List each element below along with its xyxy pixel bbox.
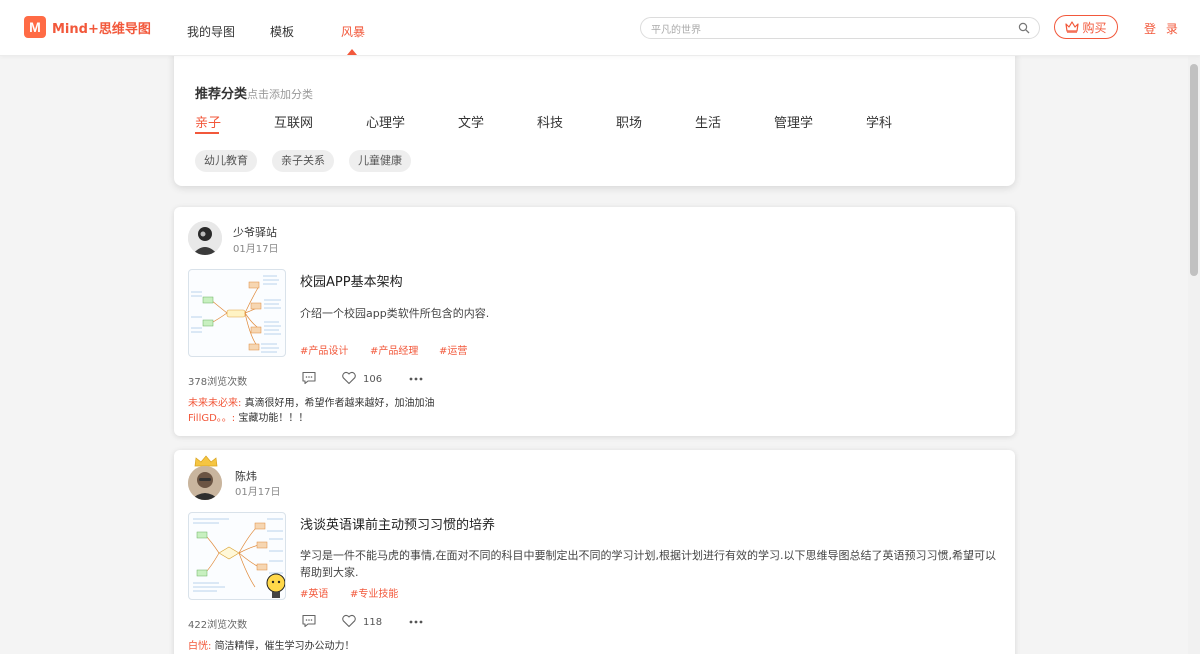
active-tab-underline [195, 132, 219, 134]
comment-user[interactable]: 白恍: [188, 641, 211, 652]
view-count: 378浏览次数 [188, 377, 248, 388]
comment-item: 白恍: 简洁精悍，催生学习办公动力！ [188, 637, 355, 652]
scrollbar-thumb[interactable] [1190, 64, 1198, 276]
post-tag[interactable]: #产品设计 [300, 342, 348, 357]
post-description: 学习是一件不能马虎的事情,在面对不同的科目中要制定出不同的学习计划,根据计划进行… [300, 549, 996, 579]
category-title-text: 推荐分类 [195, 87, 248, 102]
subcategory-parent-child[interactable]: 亲子关系 [272, 150, 334, 172]
mindmap-thumbnail[interactable] [188, 512, 286, 600]
top-header: M Mind+思维导图 我的导图 模板 风暴 购买 登 录 [0, 0, 1200, 56]
heart-icon[interactable] [341, 613, 357, 629]
post-tag[interactable]: #产品经理 [370, 342, 418, 357]
category-title: 推荐分类点击添加分类 [195, 83, 313, 102]
search-icon[interactable] [1018, 22, 1030, 34]
buy-button[interactable]: 购买 [1054, 15, 1118, 39]
lightbulb-icon [266, 573, 285, 598]
category-tab-subjects[interactable]: 学科 [866, 112, 892, 131]
category-tab-life[interactable]: 生活 [695, 112, 721, 131]
category-tab-internet[interactable]: 互联网 [274, 112, 313, 131]
post-tag[interactable]: #专业技能 [350, 585, 398, 600]
category-tab-literature[interactable]: 文学 [458, 112, 484, 131]
buy-label: 购买 [1082, 20, 1107, 35]
avatar-image [188, 466, 222, 500]
crown-icon [1065, 21, 1080, 33]
author-avatar[interactable] [188, 221, 222, 255]
login-button[interactable]: 登 录 [1144, 20, 1181, 37]
category-tab-technology[interactable]: 科技 [537, 112, 563, 131]
like-count: 106 [363, 374, 383, 385]
comment-icon[interactable] [301, 370, 317, 386]
category-tab-workplace[interactable]: 职场 [616, 112, 642, 131]
more-options-icon[interactable] [408, 614, 424, 630]
post-date: 01月17日 [233, 244, 279, 255]
comment-text: 简洁精悍，催生学习办公动力！ [214, 641, 355, 652]
post-card: 陈炜 01月17日 浅谈英语课前主动预习习惯的培养 学习是一件不能马虎的事情,在 [174, 450, 1015, 654]
post-card: 少爷驿站 01月17日 校园APP基本架构 介绍一个校园app类软件所包含的内容… [174, 207, 1015, 436]
more-options-icon[interactable] [408, 371, 424, 387]
subcategory-early-education[interactable]: 幼儿教育 [195, 150, 257, 172]
search-box [640, 17, 1040, 41]
post-title[interactable]: 校园APP基本架构 [300, 271, 403, 290]
add-category-hint[interactable]: 点击添加分类 [247, 88, 313, 101]
category-tab-parenting[interactable]: 亲子 [195, 112, 221, 131]
comment-item: 未来未必来: 真滴很好用，希望作者越来越好，加油加油 [188, 394, 435, 409]
app-logo[interactable]: M Mind+思维导图 [24, 16, 151, 38]
subcategory-child-health[interactable]: 儿童健康 [349, 150, 411, 172]
avatar-image [188, 221, 222, 255]
author-name[interactable]: 少爷驿站 [233, 224, 277, 240]
comment-icon[interactable] [301, 613, 317, 629]
active-nav-indicator [347, 49, 357, 55]
comment-item: FillGD。。: 宝藏功能！！！ [188, 409, 308, 424]
comment-user[interactable]: 未来未必来: [188, 398, 241, 409]
nav-storm[interactable]: 风暴 [341, 23, 365, 40]
page-scrollbar[interactable] [1188, 56, 1200, 654]
author-avatar[interactable] [188, 466, 222, 500]
mindmap-thumbnail[interactable] [188, 269, 286, 357]
author-name[interactable]: 陈炜 [235, 468, 257, 484]
nav-my-maps[interactable]: 我的导图 [187, 23, 235, 40]
logo-text: Mind+思维导图 [52, 21, 151, 37]
heart-icon[interactable] [341, 370, 357, 386]
post-tag[interactable]: #运营 [439, 342, 467, 357]
view-count: 422浏览次数 [188, 620, 248, 631]
search-input[interactable] [651, 20, 1011, 41]
comment-text: 宝藏功能！！！ [238, 413, 309, 424]
post-title[interactable]: 浅谈英语课前主动预习习惯的培养 [300, 514, 495, 533]
category-tab-psychology[interactable]: 心理学 [366, 112, 405, 131]
post-description: 介绍一个校园app类软件所包含的内容. [300, 307, 490, 320]
like-count: 118 [363, 617, 383, 628]
post-tag[interactable]: #英语 [300, 585, 328, 600]
category-panel: 推荐分类点击添加分类 亲子 互联网 心理学 文学 科技 职场 生活 管理学 学科… [174, 40, 1015, 186]
category-tab-management[interactable]: 管理学 [774, 112, 813, 131]
post-date: 01月17日 [235, 487, 281, 498]
comment-user[interactable]: FillGD。。: [188, 413, 235, 424]
nav-templates[interactable]: 模板 [270, 23, 294, 40]
mindmap-preview-image [191, 275, 281, 353]
comment-text: 真滴很好用，希望作者越来越好，加油加油 [244, 398, 435, 409]
logo-mark-icon: M [24, 16, 46, 38]
